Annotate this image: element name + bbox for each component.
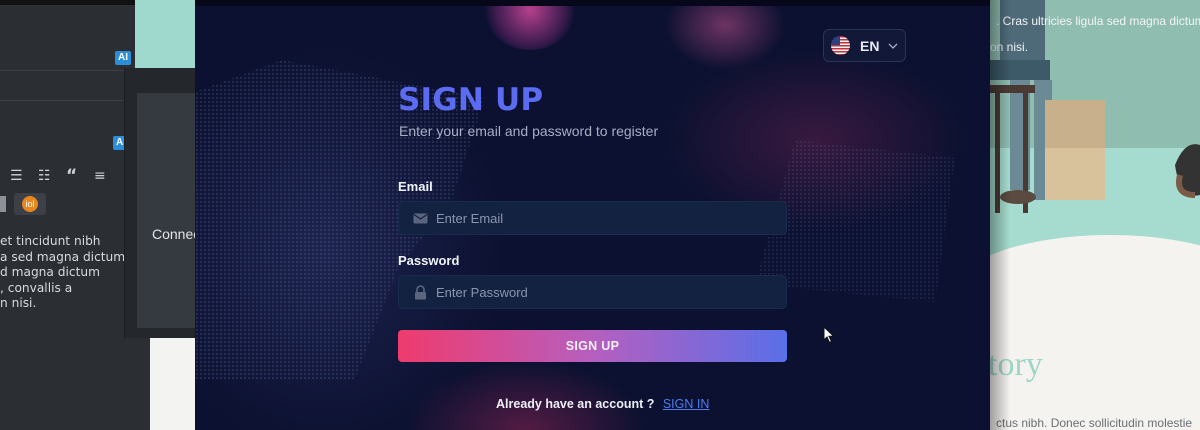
connect-label[interactable]: Connec [152, 226, 200, 242]
bulleted-list-icon[interactable]: ☰ [10, 168, 23, 184]
email-label: Email [398, 179, 433, 194]
person-illustration [990, 0, 1200, 213]
background-page-strip [150, 338, 200, 430]
password-label: Password [398, 253, 460, 268]
panel-gap [135, 338, 150, 430]
plugin-icon: iol [22, 196, 38, 212]
editor-top-strip [0, 0, 135, 5]
signin-prompt-text: Already have an account ? [496, 397, 655, 411]
ai-assist-button[interactable]: AI [115, 51, 131, 65]
editor-body-text[interactable]: et tincidunt nibh a sed magna dictum d m… [0, 234, 132, 312]
background-website: . Cras ultricies ligula sed magna dictum… [990, 0, 1200, 430]
signup-modal: EN SIGN UP Enter your email and password… [195, 0, 990, 430]
toolbar-edge-icon[interactable] [0, 196, 6, 212]
align-left-icon[interactable]: ≡ [94, 168, 106, 184]
hero-text-line: . Cras ultricies ligula sed magna dictum [996, 14, 1200, 28]
mouse-pointer-icon [823, 326, 835, 344]
plugin-button[interactable]: iol [14, 193, 46, 215]
email-field[interactable] [436, 210, 766, 226]
us-flag-icon [831, 36, 850, 55]
language-selector[interactable]: EN [823, 29, 906, 62]
lock-icon [415, 284, 426, 299]
modal-shadow [990, 0, 1010, 430]
password-field-wrapper[interactable] [398, 275, 787, 309]
envelope-icon [413, 213, 428, 223]
page-subtitle: Enter your email and password to registe… [399, 123, 659, 139]
chevron-down-icon [888, 43, 898, 49]
modal-top-edge [195, 0, 990, 6]
signin-link[interactable]: SIGN IN [663, 397, 710, 411]
divider [0, 70, 135, 71]
page-title: SIGN UP [398, 82, 544, 118]
background-site-preview [135, 0, 200, 68]
section-text-line: ctus nibh. Donec sollicitudin molestie [996, 416, 1193, 430]
blockquote-icon[interactable]: “ [66, 166, 77, 186]
side-panel-inner [137, 93, 200, 328]
language-code: EN [860, 37, 880, 54]
email-field-wrapper[interactable] [398, 201, 787, 235]
decorative-glow [485, 0, 575, 50]
password-field[interactable] [436, 284, 766, 300]
background-editor-window: AI AI ☰ ☷ “ ≡ iol et tincidunt nibh a se… [0, 0, 200, 430]
wave-divider [990, 235, 1200, 355]
divider [0, 100, 135, 101]
side-panel: Connec [124, 68, 200, 338]
signup-button[interactable]: SIGN UP [398, 330, 787, 362]
numbered-list-icon[interactable]: ☷ [38, 168, 51, 184]
